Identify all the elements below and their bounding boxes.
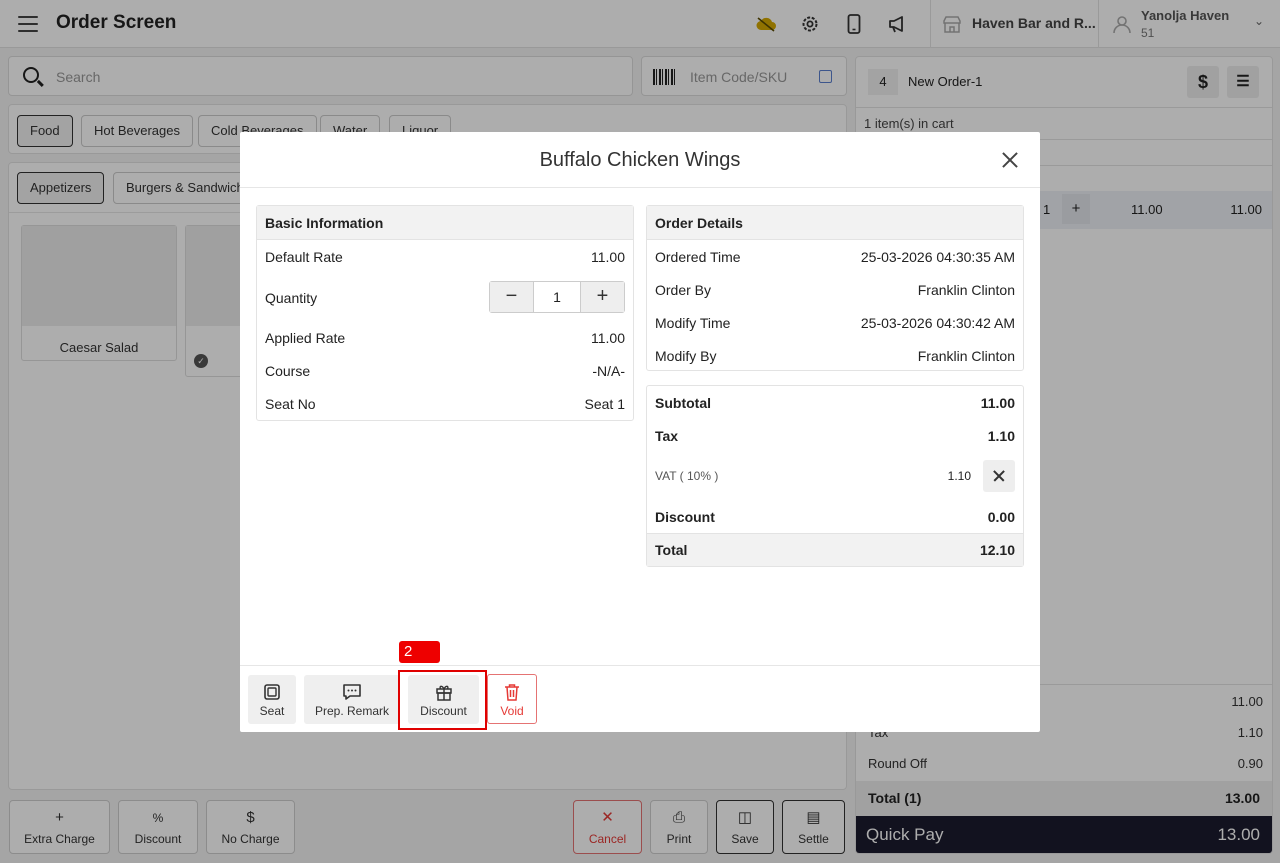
applied-rate-row: Applied Rate 11.00 — [265, 330, 625, 346]
modify-time-label: Modify Time — [655, 315, 731, 331]
tax-row: Tax 1.10 — [655, 428, 1015, 444]
course-row: Course -N/A- — [265, 363, 625, 379]
order-by-label: Order By — [655, 282, 712, 298]
modify-by-label: Modify By — [655, 348, 717, 364]
quantity-stepper[interactable]: − 1 + — [489, 281, 625, 313]
basic-info-panel: Basic Information Default Rate 11.00 Qua… — [256, 205, 634, 421]
vat-row: VAT ( 10% ) 1.10 — [655, 469, 1015, 483]
default-rate-row: Default Rate 11.00 — [265, 249, 625, 265]
seat-no-value: Seat 1 — [584, 396, 625, 412]
step-badge: 2 — [399, 641, 440, 663]
quantity-label: Quantity — [265, 290, 318, 306]
vat-label: VAT ( 10% ) — [655, 469, 719, 483]
dialog-title: Buffalo Chicken Wings — [539, 149, 741, 171]
seat-no-row: Seat No Seat 1 — [265, 396, 625, 412]
order-by-row: Order By Franklin Clinton — [655, 282, 1015, 298]
tax-label: Tax — [655, 428, 679, 444]
item-detail-dialog: Buffalo Chicken Wings Basic Information … — [240, 132, 1040, 732]
minus-button[interactable]: − — [490, 282, 533, 312]
seat-icon — [264, 684, 280, 700]
subtotal-label: Subtotal — [655, 395, 711, 411]
applied-rate-value: 11.00 — [591, 330, 625, 346]
total-label: Total — [655, 542, 688, 558]
ordered-time-row: Ordered Time 25-03-2026 04:30:35 AM — [655, 249, 1015, 265]
step-highlight-box — [398, 670, 487, 730]
vat-value: 1.10 — [947, 469, 971, 483]
ordered-time-value: 25-03-2026 04:30:35 AM — [860, 249, 1015, 265]
seat-button[interactable]: Seat — [248, 675, 296, 724]
course-label: Course — [265, 363, 311, 379]
order-by-value: Franklin Clinton — [917, 282, 1015, 298]
order-details-panel: Order Details Ordered Time 25-03-2026 04… — [646, 205, 1024, 371]
subtotal-row: Subtotal 11.00 — [655, 395, 1015, 411]
void-button[interactable]: Void — [487, 674, 537, 724]
tax-value: 1.10 — [987, 428, 1015, 444]
remove-vat-button[interactable] — [983, 460, 1015, 492]
prep-remark-label: Prep. Remark — [314, 704, 390, 718]
discount-row: Discount 0.00 — [655, 509, 1015, 525]
discount-label: Discount — [655, 509, 715, 525]
default-rate-label: Default Rate — [265, 249, 343, 265]
seat-label: Seat — [259, 704, 285, 718]
discount-value: 0.00 — [987, 509, 1015, 525]
applied-rate-label: Applied Rate — [265, 330, 346, 346]
default-rate-value: 11.00 — [591, 249, 625, 265]
ordered-time-label: Ordered Time — [655, 249, 741, 265]
quantity-value[interactable]: 1 — [533, 282, 581, 312]
dialog-footer: Seat Prep. Remark Discount Void — [240, 665, 1040, 732]
plus-button[interactable]: + — [581, 282, 624, 312]
prep-remark-button[interactable]: Prep. Remark — [304, 675, 400, 724]
modify-time-value: 25-03-2026 04:30:42 AM — [860, 315, 1015, 331]
void-label: Void — [500, 704, 524, 718]
close-icon[interactable] — [998, 148, 1022, 172]
modify-time-row: Modify Time 25-03-2026 04:30:42 AM — [655, 315, 1015, 331]
trash-icon — [505, 684, 519, 701]
subtotal-value: 11.00 — [980, 395, 1015, 411]
course-value: -N/A- — [592, 363, 625, 379]
total-value: 12.10 — [979, 542, 1015, 558]
chat-icon — [343, 684, 361, 700]
totals-panel: Subtotal 11.00 Tax 1.10 VAT ( 10% ) 1.10… — [646, 385, 1024, 567]
seat-no-label: Seat No — [265, 396, 316, 412]
modify-by-row: Modify By Franklin Clinton — [655, 348, 1015, 364]
basic-info-heading: Basic Information — [257, 206, 633, 240]
modify-by-value: Franklin Clinton — [917, 348, 1015, 364]
order-details-heading: Order Details — [647, 206, 1023, 240]
total-row: Total 12.10 — [647, 533, 1023, 566]
dialog-header: Buffalo Chicken Wings — [240, 132, 1040, 188]
